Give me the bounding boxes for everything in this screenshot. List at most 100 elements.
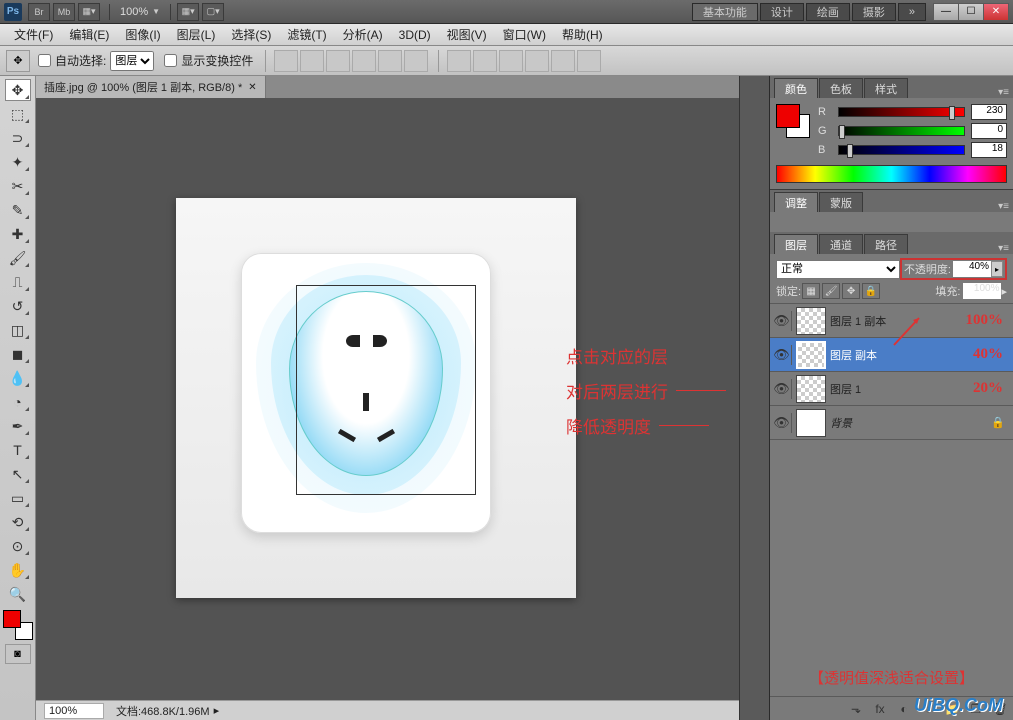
fx-icon[interactable]: fx — [871, 700, 889, 718]
menu-select[interactable]: 选择(S) — [223, 24, 279, 45]
layer-name[interactable]: 图层 副本 — [830, 347, 973, 363]
distribute-hcenter-icon[interactable] — [551, 50, 575, 72]
menu-edit[interactable]: 编辑(E) — [61, 24, 117, 45]
align-bottom-icon[interactable] — [326, 50, 350, 72]
zoom-dropdown-icon[interactable]: ▼ — [152, 7, 164, 16]
layer-row[interactable]: 👁 背景 🔒 — [770, 406, 1013, 440]
panel-menu-icon[interactable]: ▾≡ — [998, 243, 1009, 254]
layer-row[interactable]: 👁 图层 1 20% — [770, 372, 1013, 406]
menu-3d[interactable]: 3D(D) — [391, 26, 439, 44]
opacity-value[interactable]: 40% — [953, 261, 991, 277]
align-left-icon[interactable] — [352, 50, 376, 72]
fill-flyout-icon[interactable]: ▸ — [1001, 285, 1007, 298]
type-tool[interactable]: T — [5, 439, 31, 461]
visibility-icon[interactable]: 👁 — [772, 311, 792, 331]
auto-select-target[interactable]: 图层 — [110, 51, 154, 71]
zoom-level[interactable]: 100% — [120, 6, 148, 18]
workspace-more[interactable]: » — [898, 3, 926, 21]
tab-adjustments[interactable]: 调整 — [774, 192, 818, 212]
layer-name[interactable]: 背景 — [830, 415, 991, 431]
document-tab[interactable]: 插座.jpg @ 100% (图层 1 副本, RGB/8) * ✕ — [36, 76, 266, 98]
distribute-top-icon[interactable] — [447, 50, 471, 72]
color-swatches[interactable] — [3, 610, 33, 640]
minimize-button[interactable]: — — [933, 3, 959, 21]
tab-layers[interactable]: 图层 — [774, 234, 818, 254]
healing-tool[interactable]: ✚ — [5, 223, 31, 245]
lasso-tool[interactable]: ⊃ — [5, 127, 31, 149]
menu-window[interactable]: 窗口(W) — [495, 24, 554, 45]
visibility-icon[interactable]: 👁 — [772, 345, 792, 365]
marquee-tool[interactable]: ⬚ — [5, 103, 31, 125]
fill-value[interactable]: 100% — [963, 283, 1001, 299]
r-value[interactable]: 230 — [971, 104, 1007, 120]
workspace-essentials[interactable]: 基本功能 — [692, 3, 758, 21]
b-slider[interactable] — [838, 145, 965, 155]
zoom-input[interactable]: 100% — [44, 703, 104, 719]
workspace-design[interactable]: 设计 — [760, 3, 804, 21]
magic-wand-tool[interactable]: ✦ — [5, 151, 31, 173]
maximize-button[interactable]: ☐ — [958, 3, 984, 21]
layer-thumbnail[interactable] — [796, 409, 826, 437]
menu-image[interactable]: 图像(I) — [117, 24, 168, 45]
info-dropdown-icon[interactable]: ▸ — [214, 704, 220, 717]
view-extras-button[interactable]: ▦▾ — [78, 3, 100, 21]
shape-tool[interactable]: ▭ — [5, 487, 31, 509]
stamp-tool[interactable]: ⎍ — [5, 271, 31, 293]
hand-tool[interactable]: ✋ — [5, 559, 31, 581]
gradient-tool[interactable]: ◼ — [5, 343, 31, 365]
layer-row[interactable]: 👁 图层 副本 40% — [770, 338, 1013, 372]
lock-transparency-icon[interactable]: ▦ — [802, 283, 820, 299]
foreground-color-swatch[interactable] — [3, 610, 21, 628]
align-hcenter-icon[interactable] — [378, 50, 402, 72]
move-tool[interactable]: ✥ — [5, 79, 31, 101]
tab-swatches[interactable]: 色板 — [819, 78, 863, 98]
arrange-documents-button[interactable]: ▦▾ — [177, 3, 199, 21]
link-layers-icon[interactable]: ⬎ — [847, 700, 865, 718]
visibility-icon[interactable]: 👁 — [772, 379, 792, 399]
lock-position-icon[interactable]: ✥ — [842, 283, 860, 299]
align-right-icon[interactable] — [404, 50, 428, 72]
lock-all-icon[interactable]: 🔒 — [862, 283, 880, 299]
workspace-photography[interactable]: 摄影 — [852, 3, 896, 21]
distribute-vcenter-icon[interactable] — [473, 50, 497, 72]
g-slider[interactable] — [838, 126, 965, 136]
tab-styles[interactable]: 样式 — [864, 78, 908, 98]
auto-select-checkbox[interactable] — [38, 54, 51, 67]
b-value[interactable]: 18 — [971, 142, 1007, 158]
show-transform-checkbox[interactable] — [164, 54, 177, 67]
menu-analysis[interactable]: 分析(A) — [335, 24, 391, 45]
layer-name[interactable]: 图层 1 副本 — [830, 313, 966, 329]
menu-file[interactable]: 文件(F) — [6, 24, 61, 45]
layer-thumbnail[interactable] — [796, 341, 826, 369]
close-button[interactable]: ✕ — [983, 3, 1009, 21]
pen-tool[interactable]: ✒ — [5, 415, 31, 437]
align-top-icon[interactable] — [274, 50, 298, 72]
tab-color[interactable]: 颜色 — [774, 78, 818, 98]
layer-thumbnail[interactable] — [796, 307, 826, 335]
collapsed-dock[interactable] — [739, 76, 769, 720]
align-vcenter-icon[interactable] — [300, 50, 324, 72]
menu-filter[interactable]: 滤镜(T) — [279, 24, 334, 45]
panel-menu-icon[interactable]: ▾≡ — [998, 87, 1009, 98]
crop-tool[interactable]: ✂ — [5, 175, 31, 197]
visibility-icon[interactable]: 👁 — [772, 413, 792, 433]
path-select-tool[interactable]: ↖ — [5, 463, 31, 485]
lock-pixels-icon[interactable]: 🖌 — [822, 283, 840, 299]
panel-menu-icon[interactable]: ▾≡ — [998, 201, 1009, 212]
g-value[interactable]: 0 — [971, 123, 1007, 139]
close-tab-icon[interactable]: ✕ — [248, 82, 256, 93]
mask-icon[interactable]: ◐ — [895, 700, 913, 718]
canvas-viewport[interactable]: 点击对应的层 对后两层进行 降低透明度 — [36, 98, 739, 700]
mini-bridge-button[interactable]: Mb — [53, 3, 75, 21]
color-swatch-pair[interactable] — [776, 104, 810, 138]
eyedropper-tool[interactable]: ✎ — [5, 199, 31, 221]
history-brush-tool[interactable]: ↺ — [5, 295, 31, 317]
blend-mode-select[interactable]: 正常 — [776, 260, 900, 279]
workspace-painting[interactable]: 绘画 — [806, 3, 850, 21]
brush-tool[interactable]: 🖌 — [5, 247, 31, 269]
layer-row[interactable]: 👁 图层 1 副本 100% — [770, 304, 1013, 338]
zoom-tool[interactable]: 🔍 — [5, 583, 31, 605]
fg-swatch[interactable] — [776, 104, 800, 128]
distribute-left-icon[interactable] — [525, 50, 549, 72]
menu-layer[interactable]: 图层(L) — [169, 24, 224, 45]
